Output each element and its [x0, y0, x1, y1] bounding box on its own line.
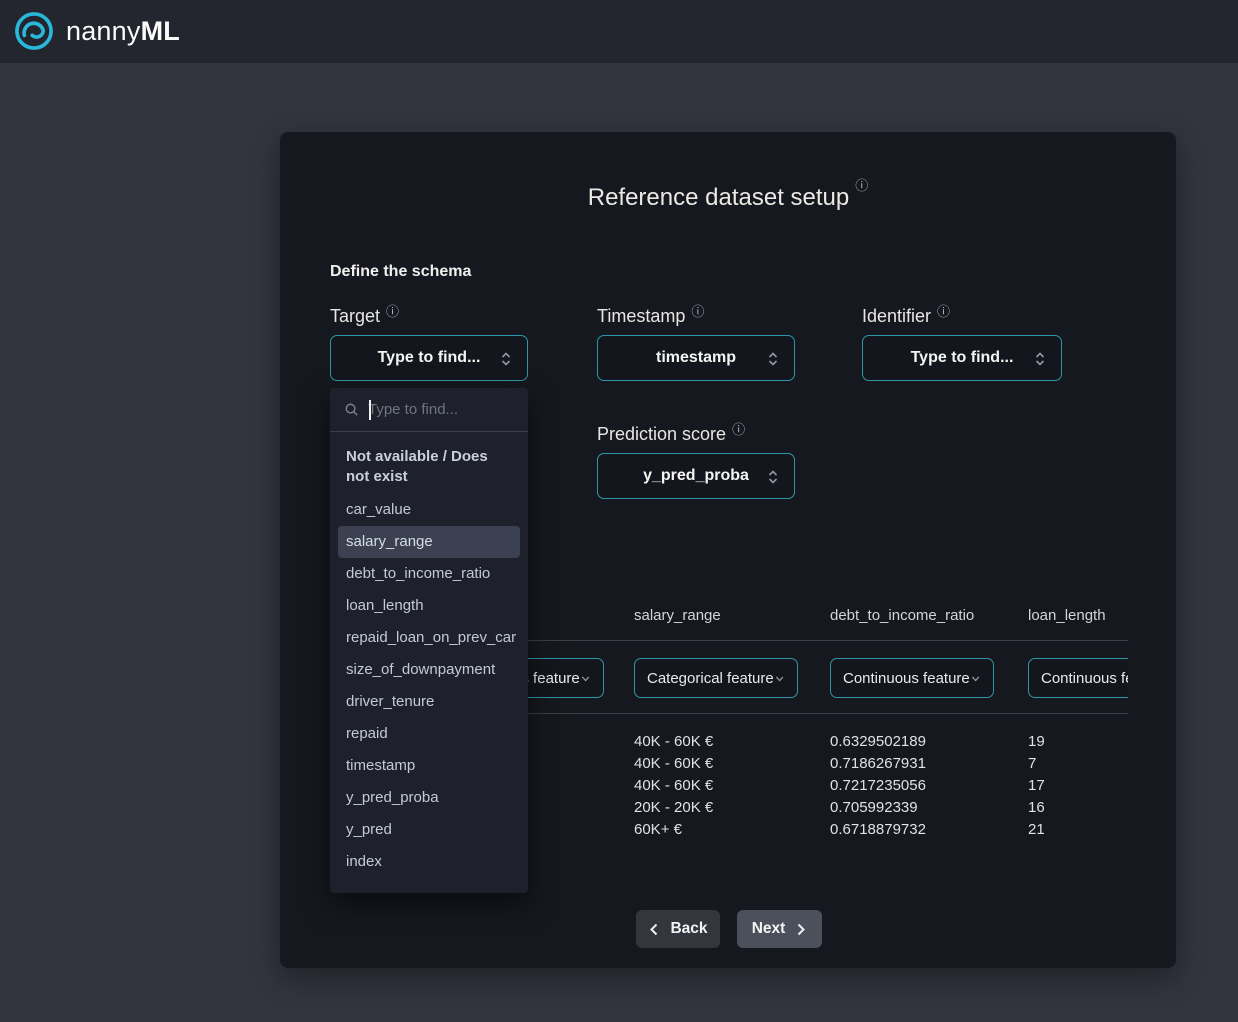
table-cell: 7 [1028, 753, 1036, 775]
chevron-down-icon [970, 672, 981, 685]
identifier-select-value: Type to find... [911, 349, 1014, 367]
table-cell: 17 [1028, 775, 1045, 797]
prediction-score-info-icon[interactable]: ⓘ [732, 424, 745, 437]
target-dropdown-panel: Not available / Does not exist car_value… [330, 388, 528, 893]
chevron-updown-icon [765, 469, 781, 485]
title-info-icon[interactable]: ⓘ [855, 180, 868, 193]
next-button[interactable]: Next [737, 910, 822, 948]
dropdown-search[interactable] [330, 388, 528, 432]
page-title: Reference dataset setup ⓘ [280, 184, 1176, 212]
dropdown-option-index[interactable]: index [338, 846, 520, 878]
feature-type-select-debt-to-income-ratio[interactable]: Continuous feature [830, 658, 994, 698]
back-button[interactable]: Back [636, 910, 720, 948]
dropdown-option-list: Not available / Does not exist car_value… [330, 432, 528, 890]
table-cell: 21 [1028, 819, 1045, 841]
dropdown-option-y-pred-proba[interactable]: y_pred_proba [338, 782, 520, 814]
timestamp-label: Timestamp ⓘ [597, 306, 795, 327]
chevron-left-icon [648, 923, 661, 936]
setup-card: Reference dataset setup ⓘ Define the sch… [280, 132, 1176, 968]
feature-type-select-loan-length[interactable]: Continuous feature [1028, 658, 1128, 698]
chevron-updown-icon [1032, 351, 1048, 367]
prediction-score-select-value: y_pred_proba [643, 467, 749, 485]
dropdown-option-driver-tenure[interactable]: driver_tenure [338, 686, 520, 718]
timestamp-select-value: timestamp [656, 349, 736, 367]
identifier-select[interactable]: Type to find... [862, 335, 1062, 381]
table-cell: 0.7186267931 [830, 753, 926, 775]
target-select-value: Type to find... [378, 349, 481, 367]
column-header-salary-range: salary_range [634, 604, 721, 628]
target-select[interactable]: Type to find... [330, 335, 528, 381]
timestamp-select[interactable]: timestamp [597, 335, 795, 381]
table-cell: 16 [1028, 797, 1045, 819]
target-field: Target ⓘ Type to find... [330, 306, 528, 381]
table-cell: 0.6718879732 [830, 819, 926, 841]
brand-link[interactable]: nannyML [13, 10, 180, 52]
table-cell: 0.705992339 [830, 797, 918, 819]
table-cell: 0.7217235056 [830, 775, 926, 797]
search-icon [344, 402, 359, 417]
dropdown-option-repaid[interactable]: repaid [338, 718, 520, 750]
dropdown-option-loan-length[interactable]: loan_length [338, 590, 520, 622]
timestamp-info-icon[interactable]: ⓘ [691, 306, 704, 319]
chevron-updown-icon [498, 351, 514, 367]
prediction-score-field: Prediction score ⓘ y_pred_proba [597, 424, 795, 499]
identifier-info-icon[interactable]: ⓘ [937, 306, 950, 319]
schema-heading: Define the schema [330, 263, 471, 281]
identifier-label: Identifier ⓘ [862, 306, 1062, 327]
table-cell: 40K - 60K € [634, 775, 713, 797]
dropdown-option-timestamp[interactable]: timestamp [338, 750, 520, 782]
page-title-text: Reference dataset setup [588, 184, 850, 212]
dropdown-option-not-available[interactable]: Not available / Does not exist [338, 440, 514, 494]
dropdown-option-car-value[interactable]: car_value [338, 494, 520, 526]
table-cell: 40K - 60K € [634, 753, 713, 775]
brand-name: nannyML [66, 16, 180, 47]
text-caret [369, 400, 371, 420]
dropdown-option-debt-to-income-ratio[interactable]: debt_to_income_ratio [338, 558, 520, 590]
column-header-loan-length: loan_length [1028, 604, 1106, 628]
column-header-debt-to-income-ratio: debt_to_income_ratio [830, 604, 974, 628]
table-cell: 19 [1028, 731, 1045, 753]
nannyml-logo-icon [13, 10, 55, 52]
target-info-icon[interactable]: ⓘ [386, 306, 399, 319]
navbar: nannyML [0, 0, 1238, 62]
dropdown-option-size-of-downpayment[interactable]: size_of_downpayment [338, 654, 520, 686]
table-cell: 40K - 60K € [634, 731, 713, 753]
target-label: Target ⓘ [330, 306, 528, 327]
chevron-updown-icon [765, 351, 781, 367]
dropdown-option-y-pred[interactable]: y_pred [338, 814, 520, 846]
chevron-right-icon [794, 923, 807, 936]
table-cell: 0.6329502189 [830, 731, 926, 753]
prediction-score-label: Prediction score ⓘ [597, 424, 795, 445]
chevron-down-icon [774, 672, 785, 685]
search-input[interactable] [368, 401, 498, 418]
prediction-score-select[interactable]: y_pred_proba [597, 453, 795, 499]
chevron-down-icon [580, 672, 591, 685]
dropdown-option-salary-range[interactable]: salary_range [338, 526, 520, 558]
table-cell: 60K+ € [634, 819, 682, 841]
timestamp-field: Timestamp ⓘ timestamp [597, 306, 795, 381]
dropdown-option-repaid-loan-on-prev-car[interactable]: repaid_loan_on_prev_car [338, 622, 520, 654]
identifier-field: Identifier ⓘ Type to find... [862, 306, 1062, 381]
table-cell: 20K - 20K € [634, 797, 713, 819]
feature-type-select-salary-range[interactable]: Categorical feature [634, 658, 798, 698]
